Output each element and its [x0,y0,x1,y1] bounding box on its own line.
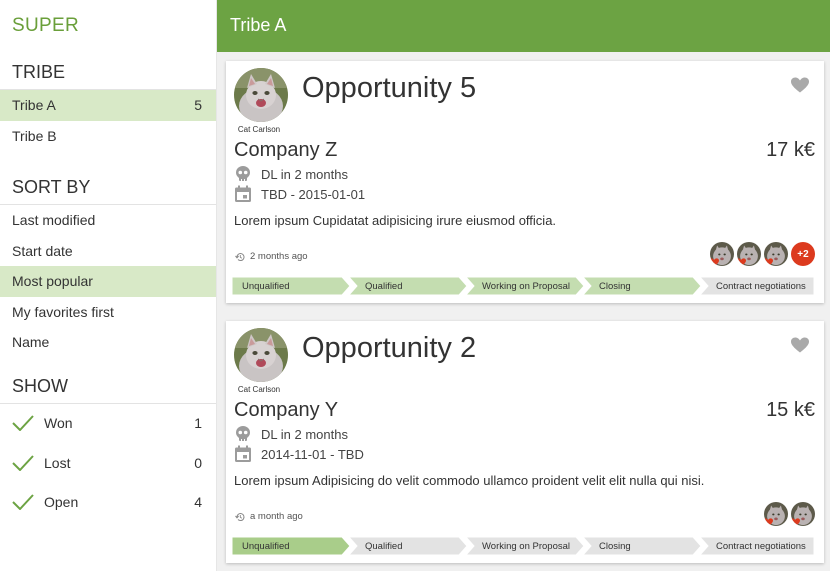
sidebar-item-tribe-a[interactable]: Tribe A 5 [0,90,216,121]
sidebar-item-count: 5 [194,97,202,114]
last-updated: 2 months ago [235,251,308,262]
updated-text: 2 months ago [250,251,308,262]
pipeline-stage[interactable]: Working on Proposal [472,537,590,555]
heart-icon [737,258,746,266]
pipeline-stage[interactable]: Contract negotiations [706,277,820,295]
page-header: Tribe A [217,0,830,52]
pipeline-stage[interactable]: Closing [589,537,707,555]
skull-icon [236,166,250,181]
brand-logo[interactable]: SUPER [0,0,216,52]
opportunity-card[interactable]: Cat Carlson Opportunity 2 Company Y 15 k… [226,321,824,563]
updated-text: a month ago [250,511,303,522]
skull-icon [236,426,250,441]
deadline-text: DL in 2 months [261,166,348,182]
sort-item-label: Name [12,334,50,351]
sort-item-start-date[interactable]: Start date [0,236,216,267]
owner-name: Cat Carlson [237,125,281,134]
company-name: Company Z [234,139,338,161]
sort-item-my-favorites[interactable]: My favorites first [0,297,216,328]
history-icon [235,252,245,261]
favorite-heart-icon[interactable] [791,337,809,353]
section-title-sort: SORT BY [0,167,216,205]
dates-row: TBD - 2015-01-01 [234,185,365,203]
watcher-avatar[interactable] [764,242,788,266]
pipeline-stage[interactable]: Qualified [355,537,473,555]
sort-item-label: Start date [12,242,73,259]
sidebar-item-tribe-b[interactable]: Tribe B [0,121,216,152]
opportunity-card[interactable]: Cat Carlson Opportunity 5 Company Z 17 k… [226,61,824,303]
watcher-avatar[interactable] [737,242,761,266]
heart-icon [791,518,800,526]
opportunity-title[interactable]: Opportunity 2 [302,332,476,365]
sort-item-label: Most popular [12,273,93,290]
show-filter-label: Lost [44,454,71,471]
watchers: +2 [707,242,815,266]
more-watchers-badge[interactable]: +2 [791,242,815,266]
company-name: Company Y [234,399,339,421]
opportunity-title[interactable]: Opportunity 5 [302,72,476,105]
sidebar: SUPER TRIBE Tribe A 5 Tribe B SORT BY La… [0,0,217,571]
section-title-show: SHOW [0,366,216,404]
dates-row: 2014-11-01 - TBD [234,445,364,463]
dates-text: TBD - 2015-01-01 [261,186,366,202]
watcher-avatar[interactable] [764,502,788,526]
show-filter-label: Won [44,415,73,432]
sales-pipeline: Unqualified Qualified Working on Proposal C… [232,537,818,555]
checkmark-icon [12,415,34,432]
calendar-icon [235,445,251,462]
pipeline-stage[interactable]: Unqualified [232,537,350,555]
pipeline-stage[interactable]: Working on Proposal [472,277,590,295]
sort-item-last-modified[interactable]: Last modified [0,205,216,236]
owner[interactable]: Cat Carlson [233,328,289,394]
show-filter-open[interactable]: Open 4 [0,483,216,523]
sidebar-item-label: Tribe B [12,127,57,144]
heart-icon [764,258,773,266]
section-title-tribe: TRIBE [0,52,216,90]
checkmark-icon [12,494,34,511]
deal-amount: 15 k€ [766,399,815,421]
show-filter-count: 1 [194,415,202,432]
show-filter-label: Open [44,494,79,511]
history-icon [235,512,245,521]
sort-item-name[interactable]: Name [0,327,216,358]
sales-pipeline: Unqualified Qualified Working on Proposal C… [232,277,818,295]
calendar-icon [235,185,251,202]
watchers [761,502,815,526]
opportunity-description: Lorem ipsum Adipisicing do velit commodo… [234,473,705,488]
opportunity-description: Lorem ipsum Cupidatat adipisicing irure … [234,213,557,228]
avatar [234,328,288,382]
checkmark-icon [12,455,34,471]
last-updated: a month ago [235,511,303,522]
owner-name: Cat Carlson [237,385,281,394]
deadline-row: DL in 2 months [234,165,348,183]
sort-item-label: Last modified [12,212,96,229]
favorite-heart-icon[interactable] [791,77,809,93]
dates-text: 2014-11-01 - TBD [261,446,364,462]
sidebar-item-label: Tribe A [12,97,56,114]
pipeline-stage[interactable]: Unqualified [232,277,350,295]
show-filter-won[interactable]: Won 1 [0,404,216,444]
pipeline-stage[interactable]: Closing [589,277,707,295]
watcher-avatar[interactable] [791,502,815,526]
deadline-text: DL in 2 months [261,426,348,442]
avatar [234,68,288,122]
sort-item-label: My favorites first [12,303,114,320]
page-title: Tribe A [230,15,287,35]
heart-icon [764,518,773,526]
show-filter-count: 0 [194,454,202,471]
watcher-avatar[interactable] [710,242,734,266]
heart-icon [710,258,719,266]
pipeline-stage[interactable]: Qualified [355,277,473,295]
owner[interactable]: Cat Carlson [233,68,289,134]
show-filter-count: 4 [194,494,202,511]
pipeline-stage[interactable]: Contract negotiations [706,537,820,555]
deal-amount: 17 k€ [766,139,815,161]
sort-item-most-popular[interactable]: Most popular [0,266,216,297]
deadline-row: DL in 2 months [234,425,348,443]
show-filter-lost[interactable]: Lost 0 [0,443,216,483]
